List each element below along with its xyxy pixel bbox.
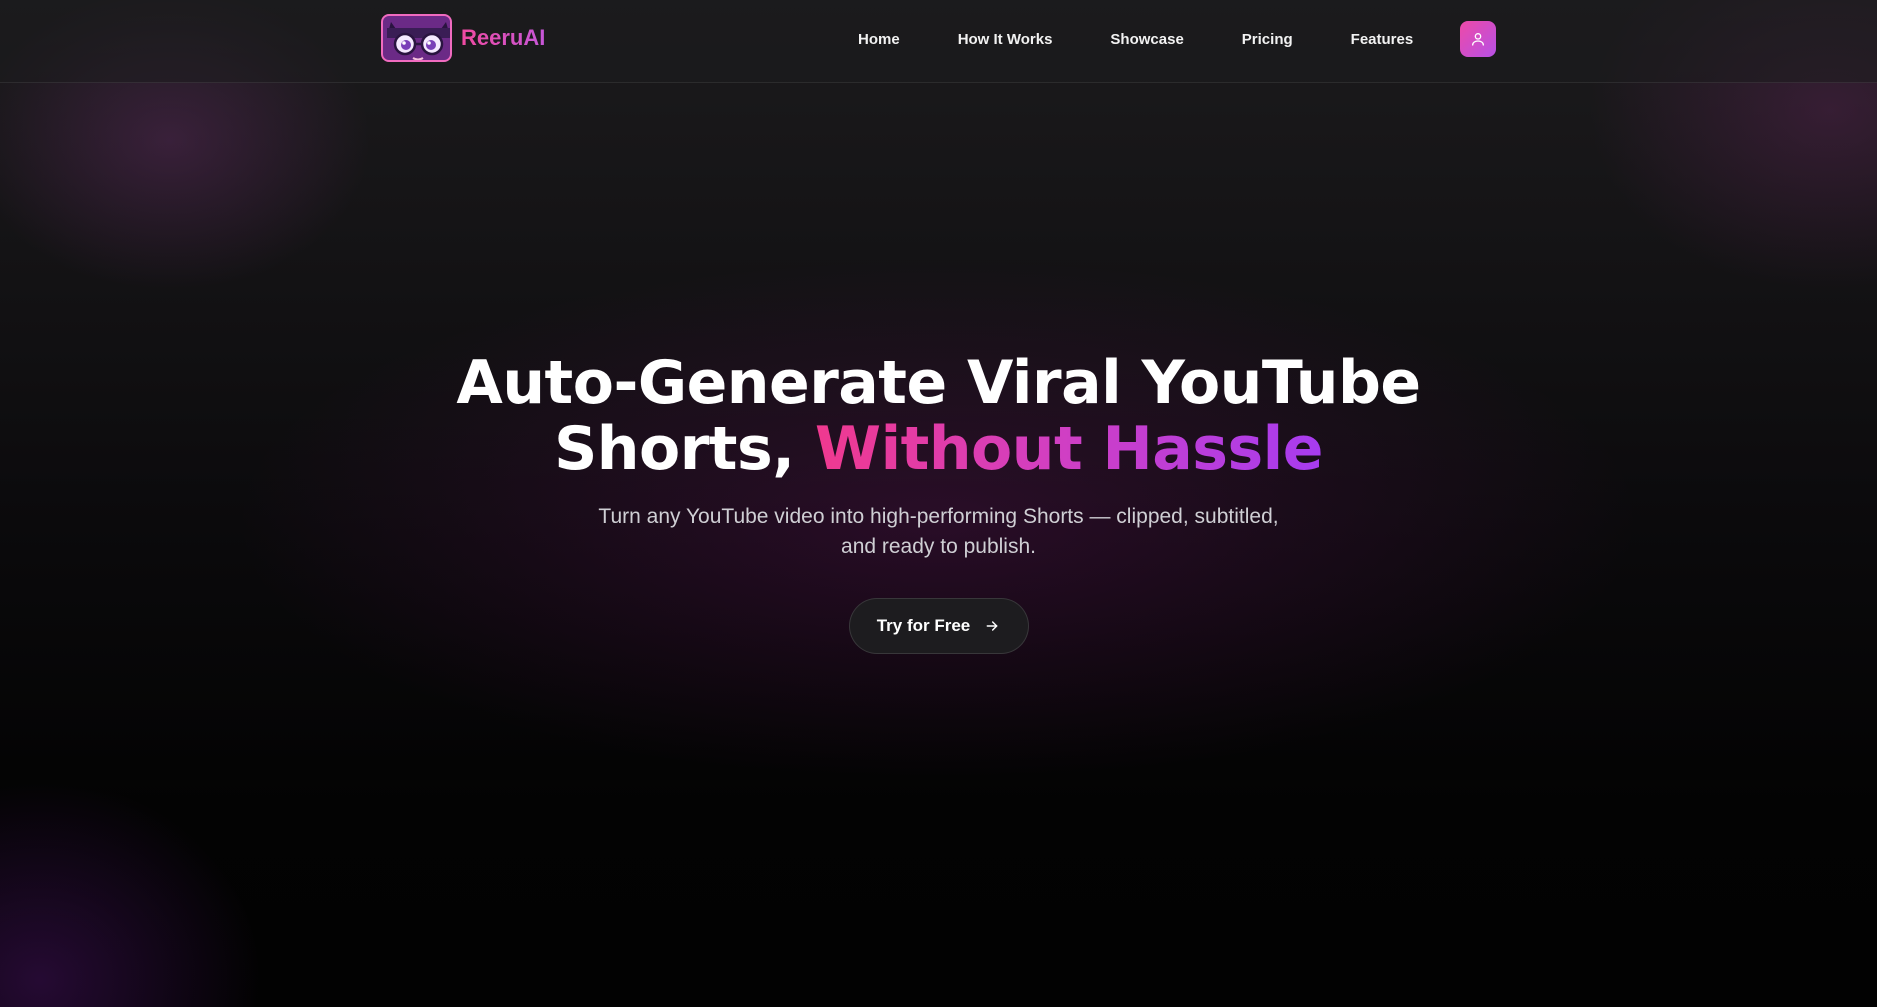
nav-link-home[interactable]: Home (858, 31, 900, 48)
try-for-free-button[interactable]: Try for Free (848, 598, 1029, 654)
user-icon (1472, 33, 1484, 46)
anime-face-logo-icon (381, 14, 452, 62)
hero-section: Auto-Generate Viral YouTube Shorts, With… (0, 350, 1877, 654)
headline-prefix: Shorts, (554, 414, 815, 484)
nav-link-pricing[interactable]: Pricing (1242, 31, 1293, 48)
hero-headline: Auto-Generate Viral YouTube Shorts, With… (0, 350, 1877, 482)
nav-link-how-it-works[interactable]: How It Works (958, 31, 1053, 48)
cta-label: Try for Free (876, 616, 971, 635)
navbar: ReeruAI Home How It Works Showcase Prici… (0, 0, 1877, 83)
headline-line-1: Auto-Generate Viral YouTube (456, 348, 1421, 418)
user-account-button[interactable] (1460, 21, 1496, 57)
headline-line-2: Shorts, Without Hassle (0, 416, 1877, 482)
brand[interactable]: ReeruAI (381, 14, 545, 62)
nav-link-features[interactable]: Features (1351, 31, 1414, 48)
hero-subtitle: Turn any YouTube video into high-perform… (598, 505, 1279, 558)
nav-link-showcase[interactable]: Showcase (1110, 31, 1183, 48)
headline-accent: Without Hassle (814, 414, 1324, 484)
brand-name: ReeruAI (461, 25, 546, 50)
main-nav: Home How It Works Showcase Pricing Featu… (858, 0, 1413, 78)
arrow-right-icon (984, 618, 1000, 634)
